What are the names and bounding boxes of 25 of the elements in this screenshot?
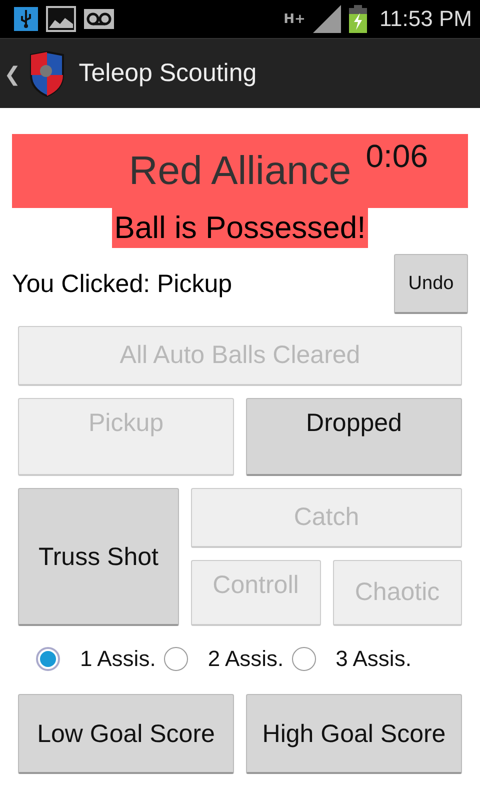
network-type: H+: [284, 12, 306, 26]
radio-button[interactable]: [292, 647, 316, 671]
alliance-name: Red Alliance: [128, 148, 352, 194]
screen-title: Teleop Scouting: [78, 59, 257, 88]
assist-label: 3 Assis.: [336, 646, 412, 672]
back-icon[interactable]: ❮: [4, 62, 21, 86]
truss-shot-button[interactable]: Truss Shot: [18, 488, 179, 626]
score-button[interactable]: Low Goal Score: [18, 694, 234, 774]
ball-status: Ball is Possessed!: [112, 208, 368, 248]
clock: 11:53 PM: [379, 6, 472, 32]
assist-label: 1 Assis.: [80, 646, 156, 672]
battery-icon: [349, 5, 368, 33]
image-icon: [46, 6, 76, 32]
assist-label: 2 Assis.: [208, 646, 284, 672]
radio-button[interactable]: [36, 647, 60, 671]
signal-icon: [313, 5, 342, 33]
score-button[interactable]: High Goal Score: [246, 694, 462, 774]
last-click-label: You Clicked: Pickup: [12, 270, 232, 298]
undo-button[interactable]: Undo: [394, 254, 468, 314]
usb-icon: [14, 7, 38, 31]
match-timer: 0:06: [366, 138, 428, 175]
radio-button[interactable]: [164, 647, 188, 671]
dropped-button[interactable]: Dropped: [246, 398, 462, 476]
voicemail-icon: [84, 9, 114, 29]
shield-logo[interactable]: [28, 50, 65, 96]
